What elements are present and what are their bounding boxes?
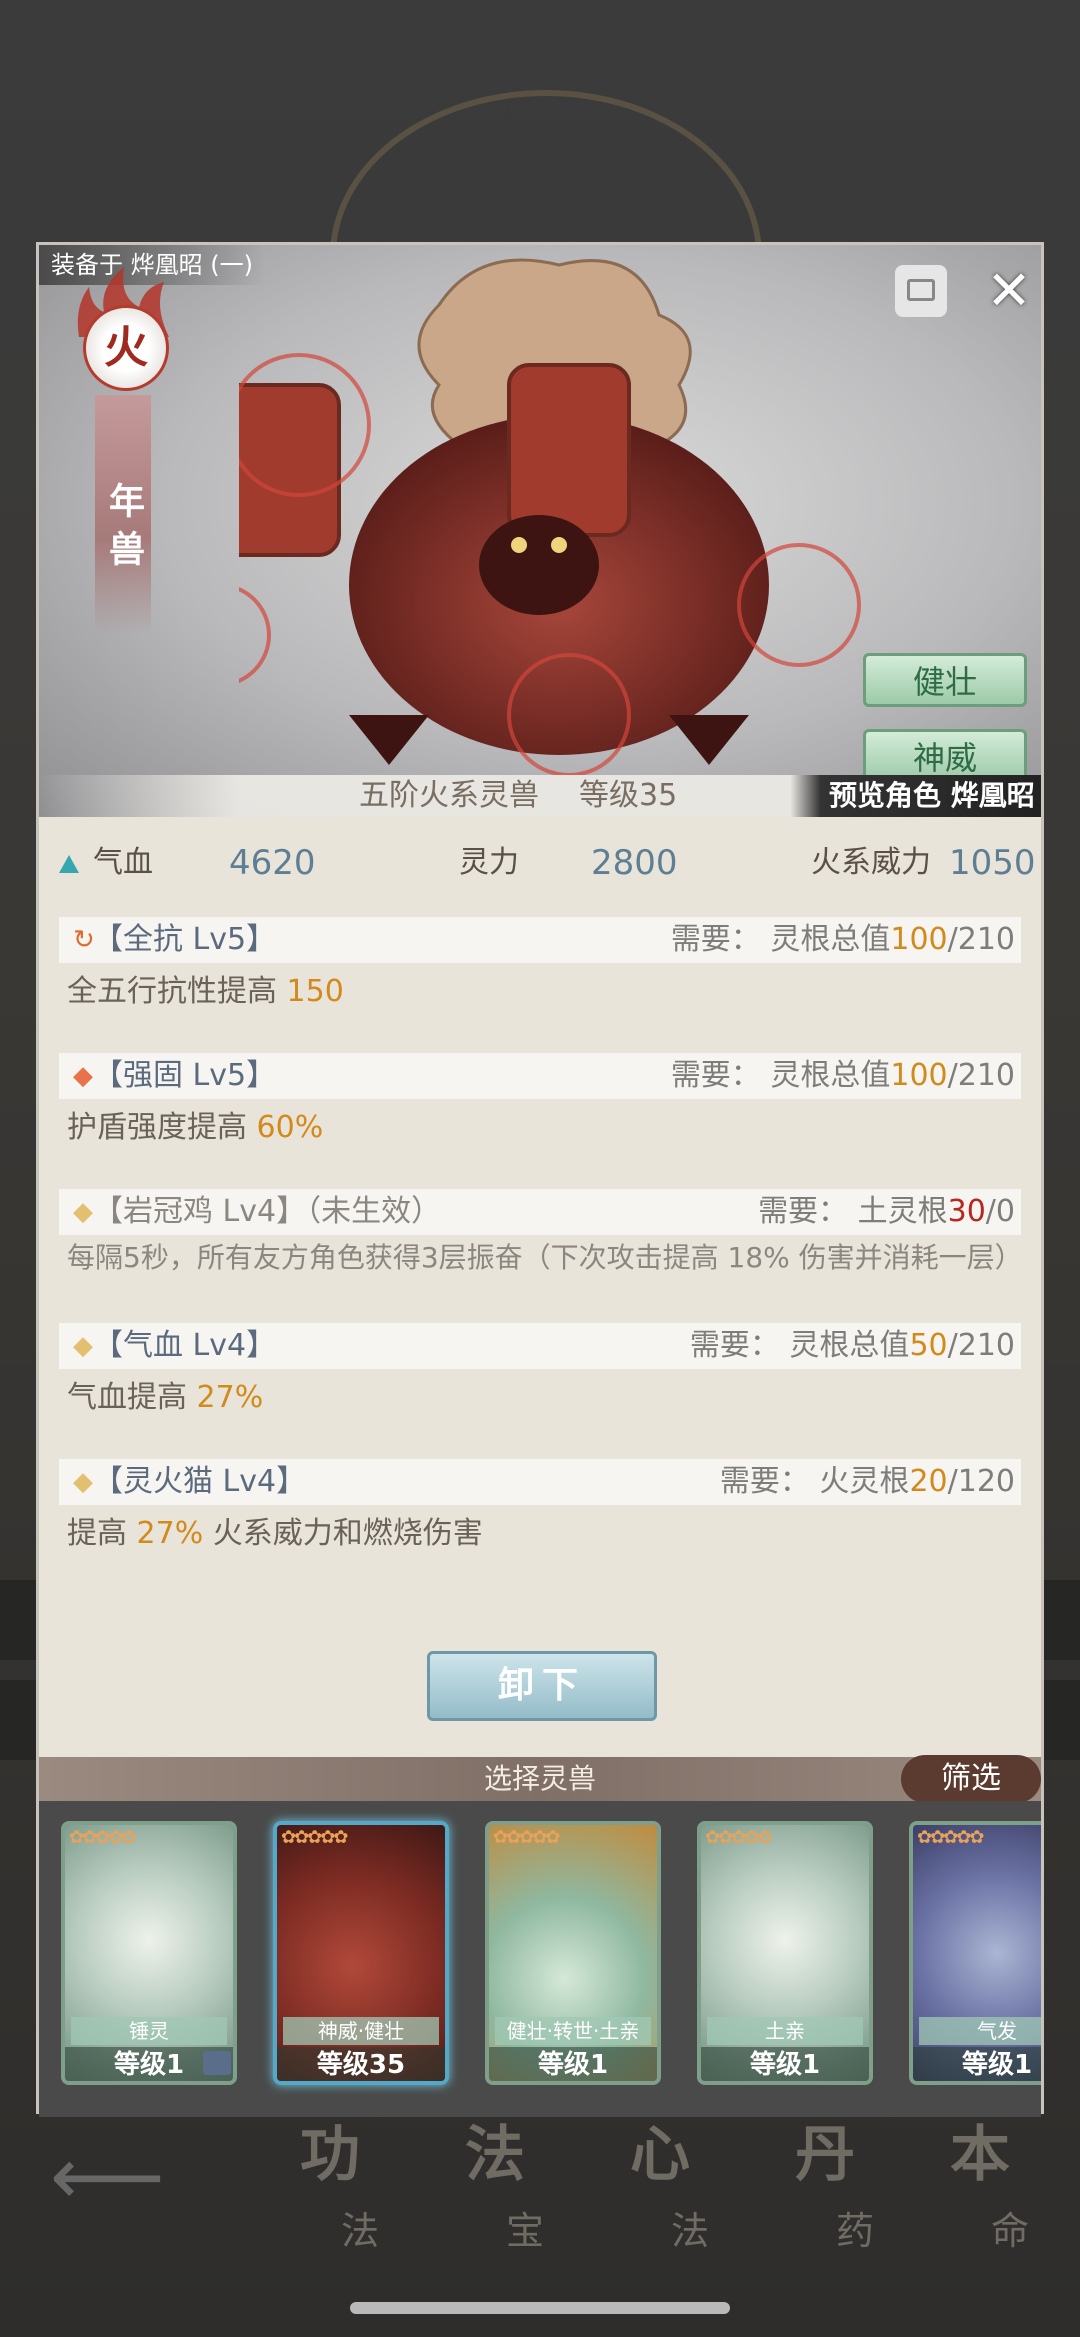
effect-description: 气血提高 27% <box>67 1380 264 1415</box>
nian-beast-illustration <box>239 258 861 777</box>
beast-card[interactable]: ✿✿✿✿✿ 健壮·转世·土亲 等级1 <box>485 1821 661 2085</box>
fire-power-label: 火系威力 <box>811 845 931 880</box>
diamond-icon: ◆ <box>73 1061 93 1091</box>
diamond-icon: ◆ <box>73 1331 93 1361</box>
hp-value: 4620 <box>229 843 316 883</box>
effect-name: 【气血 Lv4】 <box>93 1328 277 1363</box>
fire-element-badge: 火 <box>83 305 169 391</box>
stats-row: 气血 4620 灵力 2800 火系威力 1050 <box>39 833 1041 893</box>
select-beast-title: 选择灵兽 <box>483 1762 596 1795</box>
effect-description: 提高 27% 火系威力和燃烧伤害 <box>67 1516 483 1551</box>
star-paws-icon: ✿✿✿✿✿ <box>281 1827 348 1848</box>
chest-icon[interactable] <box>895 265 947 317</box>
card-trait: 健壮·转世·土亲 <box>495 2017 651 2045</box>
card-trait: 气发 <box>919 2017 1041 2045</box>
card-level: 等级35 <box>277 2047 445 2081</box>
star-paws-icon: ✿✿✿✿✿ <box>493 1827 560 1848</box>
effect-requirement: 需要： 火灵根20/120 <box>719 1464 1015 1499</box>
effect-requirement: 需要： 土灵根30/0 <box>758 1194 1015 1229</box>
diamond-icon: ◆ <box>73 1467 93 1497</box>
nav-item-benming[interactable]: 本命 <box>900 2110 1060 2270</box>
spirit-beast-panel: 装备于 烨凰昭 (一) ✕ 火 年兽 健壮 神威 五阶火系灵兽 等级35 预览角… <box>36 242 1044 2117</box>
effect-header: ◆ 【岩冠鸡 Lv4】（未生效） 需要： 土灵根30/0 <box>59 1189 1021 1235</box>
card-level: 等级1 <box>489 2047 657 2081</box>
effect-name: 【灵火猫 Lv4】 <box>93 1464 307 1499</box>
home-indicator[interactable] <box>350 2302 730 2314</box>
card-level: 等级1 <box>913 2047 1041 2081</box>
effect-requirement: 需要： 灵根总值50/210 <box>689 1328 1015 1363</box>
stage-info: 五阶火系灵兽 等级35 <box>359 775 677 817</box>
bottom-nav: 功法 法宝 心法 丹药 本命 <box>0 2110 1080 2270</box>
effect-description: 全五行抗性提高 150 <box>67 974 344 1009</box>
effect-name: 【全抗 Lv5】 <box>93 922 277 957</box>
beast-card[interactable]: ✿✿✿✿✿ 神威·健壮 等级35 <box>273 1821 449 2085</box>
effect-header: ◆ 【气血 Lv4】 需要： 灵根总值50/210 <box>59 1323 1021 1369</box>
beast-rank: 五阶火系灵兽 <box>359 778 539 813</box>
effect-name: 【强固 Lv5】 <box>93 1058 277 1093</box>
close-icon[interactable]: ✕ <box>983 264 1035 318</box>
trait-button-1[interactable]: 健壮 <box>863 653 1027 707</box>
nav-item-fabao[interactable]: 法宝 <box>415 2110 575 2270</box>
star-paws-icon: ✿✿✿✿✿ <box>69 1827 136 1848</box>
nav-item-gongfa[interactable]: 功法 <box>250 2110 410 2270</box>
star-paws-icon: ✿✿✿✿✿ <box>705 1827 772 1848</box>
beast-name: 年兽 <box>95 395 151 635</box>
card-trait: 锤灵 <box>71 2017 227 2045</box>
beast-level: 等级35 <box>579 778 678 813</box>
spirit-value: 2800 <box>591 843 678 883</box>
beast-hero-area: 装备于 烨凰昭 (一) ✕ 火 年兽 健壮 神威 五阶火系灵兽 等级35 预览角… <box>39 245 1041 817</box>
resist-icon: ↻ <box>73 925 95 955</box>
beast-card[interactable]: ✿✿✿✿✿ 气发 等级1 <box>909 1821 1041 2085</box>
nav-item-xinfa[interactable]: 心法 <box>580 2110 740 2270</box>
card-trait: 神威·健壮 <box>283 2017 439 2045</box>
effect-description: 护盾强度提高 60% <box>67 1110 324 1145</box>
effect-requirement: 需要： 灵根总值100/210 <box>670 922 1015 957</box>
beast-card-list: ✿✿✿✿✿ 锤灵 等级1 ✿✿✿✿✿ 神威·健壮 等级35 ✿✿✿✿✿ 健壮·转… <box>39 1801 1041 2117</box>
effect-requirement: 需要： 灵根总值100/210 <box>670 1058 1015 1093</box>
chest-icon <box>203 2051 231 2075</box>
beast-card[interactable]: ✿✿✿✿✿ 锤灵 等级1 <box>61 1821 237 2085</box>
effect-header: ◆ 【强固 Lv5】 需要： 灵根总值100/210 <box>59 1053 1021 1099</box>
preview-character[interactable]: 预览角色 烨凰昭 <box>829 775 1035 817</box>
nav-item-danyao[interactable]: 丹药 <box>745 2110 905 2270</box>
unequip-button[interactable]: 卸下 <box>427 1651 657 1721</box>
effect-name: 【岩冠鸡 Lv4】（未生效） <box>93 1194 442 1229</box>
beast-card[interactable]: ✿✿✿✿✿ 土亲 等级1 <box>697 1821 873 2085</box>
filter-button[interactable]: 筛选 <box>901 1755 1041 1803</box>
effect-header: ◆ 【灵火猫 Lv4】 需要： 火灵根20/120 <box>59 1459 1021 1505</box>
hp-label: 气血 <box>93 845 153 880</box>
spirit-label: 灵力 <box>459 845 519 880</box>
diamond-icon: ◆ <box>73 1197 93 1227</box>
fire-power-value: 1050 <box>949 843 1036 883</box>
card-level: 等级1 <box>701 2047 869 2081</box>
effect-description: 每隔5秒，所有友方角色获得3层振奋（下次攻击提高 18% 伤害并消耗一层） <box>67 1241 1023 1274</box>
card-trait: 土亲 <box>707 2017 863 2045</box>
effect-header: ↻ 【全抗 Lv5】 需要： 灵根总值100/210 <box>59 917 1021 963</box>
star-paws-icon: ✿✿✿✿✿ <box>917 1827 984 1848</box>
hp-up-icon <box>59 855 79 873</box>
